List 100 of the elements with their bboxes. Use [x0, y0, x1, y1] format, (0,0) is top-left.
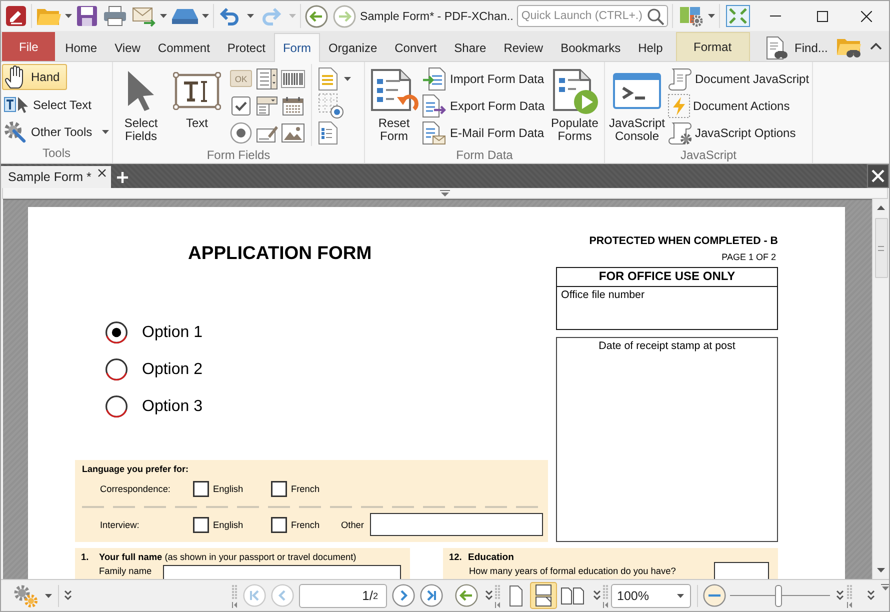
scroll-up-icon[interactable]: [877, 205, 885, 210]
menu-tab[interactable]: Home: [56, 33, 106, 61]
menu-tab[interactable]: Protect: [218, 33, 274, 61]
app-logo-icon[interactable]: [5, 5, 27, 27]
menu-tab[interactable]: Comment: [149, 33, 219, 61]
menu-tab[interactable]: Review: [494, 33, 552, 61]
caret-icon[interactable]: [708, 14, 716, 18]
caret-icon[interactable]: [247, 14, 254, 18]
close-icon[interactable]: [98, 169, 106, 177]
ribbon-button[interactable]: Select Fields: [116, 64, 166, 148]
office-file-number-field[interactable]: Office file number: [557, 287, 777, 329]
document-icon[interactable]: [318, 66, 338, 90]
single-page-icon[interactable]: [508, 584, 524, 606]
other-input-field[interactable]: [370, 513, 543, 536]
menu-tab[interactable]: Bookmarks: [552, 33, 630, 61]
tiles-gear-icon[interactable]: [679, 5, 704, 27]
ribbon-button[interactable]: Text: [166, 64, 228, 148]
lightning-icon: [668, 94, 690, 118]
calendar-icon[interactable]: [282, 96, 304, 116]
ribbon-button[interactable]: Reset Form: [368, 64, 420, 148]
close-icon[interactable]: [861, 10, 872, 22]
ribbon-button[interactable]: Document JavaScript: [666, 65, 812, 92]
slider-thumb[interactable]: [775, 584, 782, 606]
tool-button[interactable]: Select Text: [2, 92, 98, 117]
menu-tab[interactable]: Share: [445, 33, 495, 61]
back-icon[interactable]: [305, 4, 328, 28]
maximize-icon[interactable]: [817, 10, 828, 22]
minimize-icon[interactable]: [770, 15, 781, 17]
image-icon[interactable]: [281, 122, 305, 142]
ribbon-button[interactable]: Document Actions: [666, 92, 812, 119]
tool-button[interactable]: Hand: [2, 64, 67, 90]
ribbon-button[interactable]: Populate Forms: [546, 64, 603, 148]
double-chevron-icon[interactable]: [867, 590, 875, 601]
close-icon[interactable]: [867, 164, 889, 188]
double-chevron-icon[interactable]: [485, 590, 493, 601]
menu-tab[interactable]: Form: [274, 33, 320, 62]
back-icon[interactable]: [455, 584, 478, 607]
ribbon-button[interactable]: E-Mail Form Data: [420, 119, 547, 146]
menu-tab[interactable]: File: [2, 32, 56, 61]
tool-button[interactable]: Other Tools: [2, 119, 116, 144]
document-export-icon: [422, 94, 446, 118]
caret-icon[interactable]: [65, 14, 72, 18]
checkbox[interactable]: [271, 481, 287, 497]
ribbon-button[interactable]: JavaScript Options: [666, 119, 812, 146]
combo-box-icon[interactable]: [256, 96, 278, 116]
ribbon-button[interactable]: JavaScript Console: [608, 64, 666, 148]
grip-icon: [495, 582, 501, 608]
gears-icon[interactable]: [13, 584, 39, 608]
menu-tab[interactable]: View: [106, 33, 150, 61]
checkbox[interactable]: [271, 516, 287, 532]
caret-icon[interactable]: [344, 76, 351, 80]
document-envelope-icon: [422, 120, 446, 144]
menu-tab[interactable]: Organize: [320, 33, 386, 61]
ribbon-button[interactable]: Import Form Data: [420, 65, 547, 92]
zoom-slider[interactable]: [730, 584, 830, 606]
dotted-grid-icon[interactable]: [318, 92, 344, 118]
checkbox-icon[interactable]: [231, 96, 251, 116]
save-icon[interactable]: [76, 5, 98, 27]
checkbox[interactable]: [193, 481, 209, 497]
quick-launch-field[interactable]: Quick Launch (CTRL+.): [517, 5, 668, 27]
envelope-icon[interactable]: [132, 5, 156, 27]
page-number-field[interactable]: 1/$^{2}$: [299, 584, 387, 608]
radio-button[interactable]: [105, 395, 128, 418]
section-number: 1.: [81, 552, 90, 563]
list-box-icon[interactable]: [256, 68, 278, 90]
radio-button-icon[interactable]: [230, 122, 252, 144]
radio-button[interactable]: [105, 321, 128, 344]
document-list-icon[interactable]: [318, 120, 338, 144]
caret-icon[interactable]: [45, 594, 52, 598]
plus-icon[interactable]: [117, 172, 128, 183]
printer-icon[interactable]: [103, 5, 127, 27]
scroll-down-icon[interactable]: [877, 568, 885, 573]
scanner-icon[interactable]: [171, 7, 199, 25]
ribbon-button[interactable]: Export Form Data: [420, 92, 547, 119]
answer-box[interactable]: [714, 562, 769, 579]
double-chevron-icon[interactable]: [836, 590, 844, 601]
continuous-page-icon[interactable]: [530, 582, 557, 609]
last-page-icon[interactable]: [420, 584, 443, 607]
radio-button[interactable]: [105, 358, 128, 381]
triangle-line-icon[interactable]: [440, 190, 450, 196]
zoom-out-icon[interactable]: [703, 584, 726, 607]
chevron-up-icon[interactable]: [870, 43, 882, 50]
two-page-icon[interactable]: [560, 586, 585, 606]
menu-tab[interactable]: Help: [629, 33, 672, 61]
barcode-icon[interactable]: [281, 70, 305, 88]
menu-tab[interactable]: Convert: [386, 33, 446, 61]
zoom-combo[interactable]: 100%: [611, 584, 691, 608]
next-page-icon[interactable]: [392, 584, 415, 607]
caret-icon[interactable]: [202, 14, 209, 18]
double-chevron-icon[interactable]: [64, 590, 72, 601]
caret-icon[interactable]: [160, 14, 167, 18]
scrollbar-thumb[interactable]: [874, 218, 888, 278]
find-button[interactable]: Find...: [764, 34, 830, 61]
double-chevron-icon[interactable]: [593, 590, 601, 601]
scroll-icon: [668, 66, 692, 90]
menu-tab[interactable]: Format: [676, 32, 750, 61]
triangle-line-icon[interactable]: [881, 584, 889, 591]
document-tab[interactable]: Sample Form *: [1, 166, 111, 188]
fullscreen-icon[interactable]: [726, 5, 750, 27]
checkbox[interactable]: [193, 516, 209, 532]
